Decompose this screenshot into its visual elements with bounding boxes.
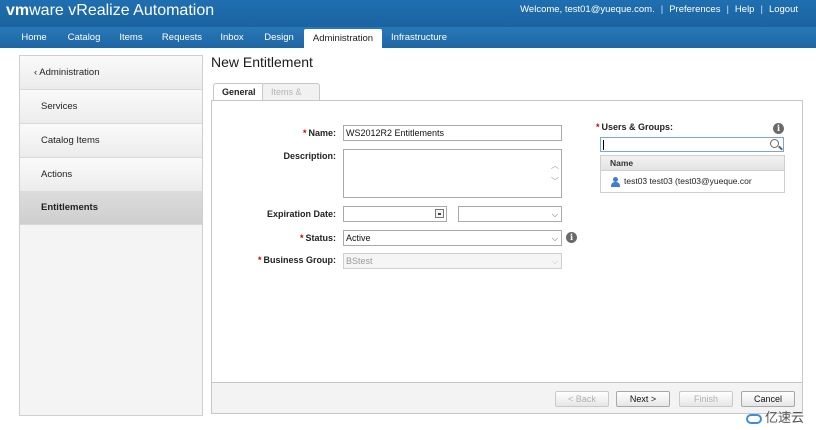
name-label-text: Name: [308, 128, 336, 138]
status-label: * Status: [270, 233, 336, 243]
calendar-icon[interactable] [435, 209, 444, 218]
required-marker: * [302, 128, 307, 138]
text-cursor [603, 140, 604, 150]
sidebar-item-label: Administration [39, 67, 100, 78]
sidebar: ‹ Administration Services Catalog Items … [19, 55, 203, 416]
watermark: 亿速云 [745, 407, 804, 426]
required-marker: * [596, 122, 600, 132]
business-group-label-text: Business Group: [263, 255, 336, 265]
chevron-down-icon: ⌵ [551, 257, 558, 266]
user-name: test03 test03 (test03@yueque.cor [624, 176, 752, 186]
logo-vm: vm [6, 2, 30, 19]
tab-inbox[interactable]: Inbox [214, 27, 250, 48]
business-group-value: BStest [346, 256, 373, 266]
description-textarea[interactable]: ︿ ﹀ [343, 149, 562, 198]
preferences-link[interactable]: Preferences [663, 4, 726, 15]
users-groups-label: * Users & Groups: [596, 122, 673, 132]
product-name: vRealize Automation [63, 2, 215, 19]
separator: | [760, 4, 763, 15]
sidebar-item-services[interactable]: Services [20, 90, 202, 124]
logo-ware: ware [29, 2, 64, 19]
next-button[interactable]: Next > [616, 391, 670, 407]
watermark-text: 亿速云 [764, 411, 804, 426]
users-groups-label-text: Users & Groups: [601, 122, 674, 132]
status-select[interactable]: Active ⌵ [343, 230, 562, 246]
finish-button: Finish [679, 391, 733, 407]
logout-link[interactable]: Logout [763, 4, 804, 15]
chevron-down-icon: ⌵ [551, 210, 558, 219]
column-header-name[interactable]: Name [601, 156, 784, 171]
business-group-select: BStest ⌵ [343, 253, 562, 269]
sidebar-item-catalog-items[interactable]: Catalog Items [20, 124, 202, 158]
tab-infrastructure[interactable]: Infrastructure [386, 27, 452, 48]
business-group-label: * Business Group: [240, 255, 336, 265]
name-label: * Name: [270, 128, 336, 138]
tab-home[interactable]: Home [14, 27, 54, 48]
table-row[interactable]: test03 test03 (test03@yueque.cor [601, 171, 784, 192]
tab-catalog[interactable]: Catalog [62, 27, 106, 48]
sidebar-back-administration[interactable]: ‹ Administration [20, 56, 202, 90]
separator: | [660, 4, 664, 15]
help-link[interactable]: Help [729, 4, 761, 15]
chevron-down-icon: ⌵ [551, 234, 558, 243]
cancel-button[interactable]: Cancel [741, 391, 795, 407]
main-nav: Home Catalog Items Requests Inbox Design… [0, 27, 816, 48]
scroll-up-icon: ︿ [551, 161, 559, 170]
tab-items-approvals: Items & Approvals [262, 83, 321, 113]
expiration-time-select[interactable]: ⌵ [458, 206, 562, 222]
top-header: vmware vRealize Automation Welcome, test… [0, 0, 816, 27]
expiration-date-label: Expiration Date: [266, 209, 336, 219]
sidebar-item-entitlements[interactable]: Entitlements [20, 191, 202, 225]
name-input[interactable]: WS2012R2 Entitlements [343, 125, 562, 141]
status-label-text: Status: [305, 233, 336, 243]
separator: | [726, 4, 729, 15]
user-icon [611, 176, 620, 187]
tab-items[interactable]: Items [113, 27, 149, 48]
tab-administration[interactable]: Administration [304, 29, 382, 48]
welcome-text: Welcome, test01@yueque.com. [520, 4, 655, 15]
expiration-date-input[interactable] [343, 206, 447, 222]
sidebar-item-actions[interactable]: Actions [20, 158, 202, 192]
back-button: < Back [555, 391, 609, 407]
user-links: Welcome, test01@yueque.com. | Preference… [514, 4, 804, 15]
vmware-logo: vmware vRealize Automation [6, 2, 214, 20]
tab-general[interactable]: General [213, 83, 265, 101]
status-value: Active [346, 233, 371, 243]
tab-design[interactable]: Design [258, 27, 300, 48]
search-icon[interactable] [770, 139, 779, 148]
users-groups-table: Name test03 test03 (test03@yueque.cor [600, 155, 785, 193]
required-marker: * [257, 255, 262, 265]
description-label: Description: [283, 151, 336, 161]
required-marker: * [299, 233, 304, 243]
tab-requests[interactable]: Requests [156, 27, 208, 48]
page-title: New Entitlement [211, 54, 313, 70]
users-groups-search-input[interactable] [600, 137, 784, 152]
scroll-down-icon: ﹀ [551, 177, 559, 186]
cloud-icon [745, 413, 762, 424]
info-icon[interactable]: i [566, 232, 577, 243]
info-icon[interactable]: i [773, 123, 784, 134]
